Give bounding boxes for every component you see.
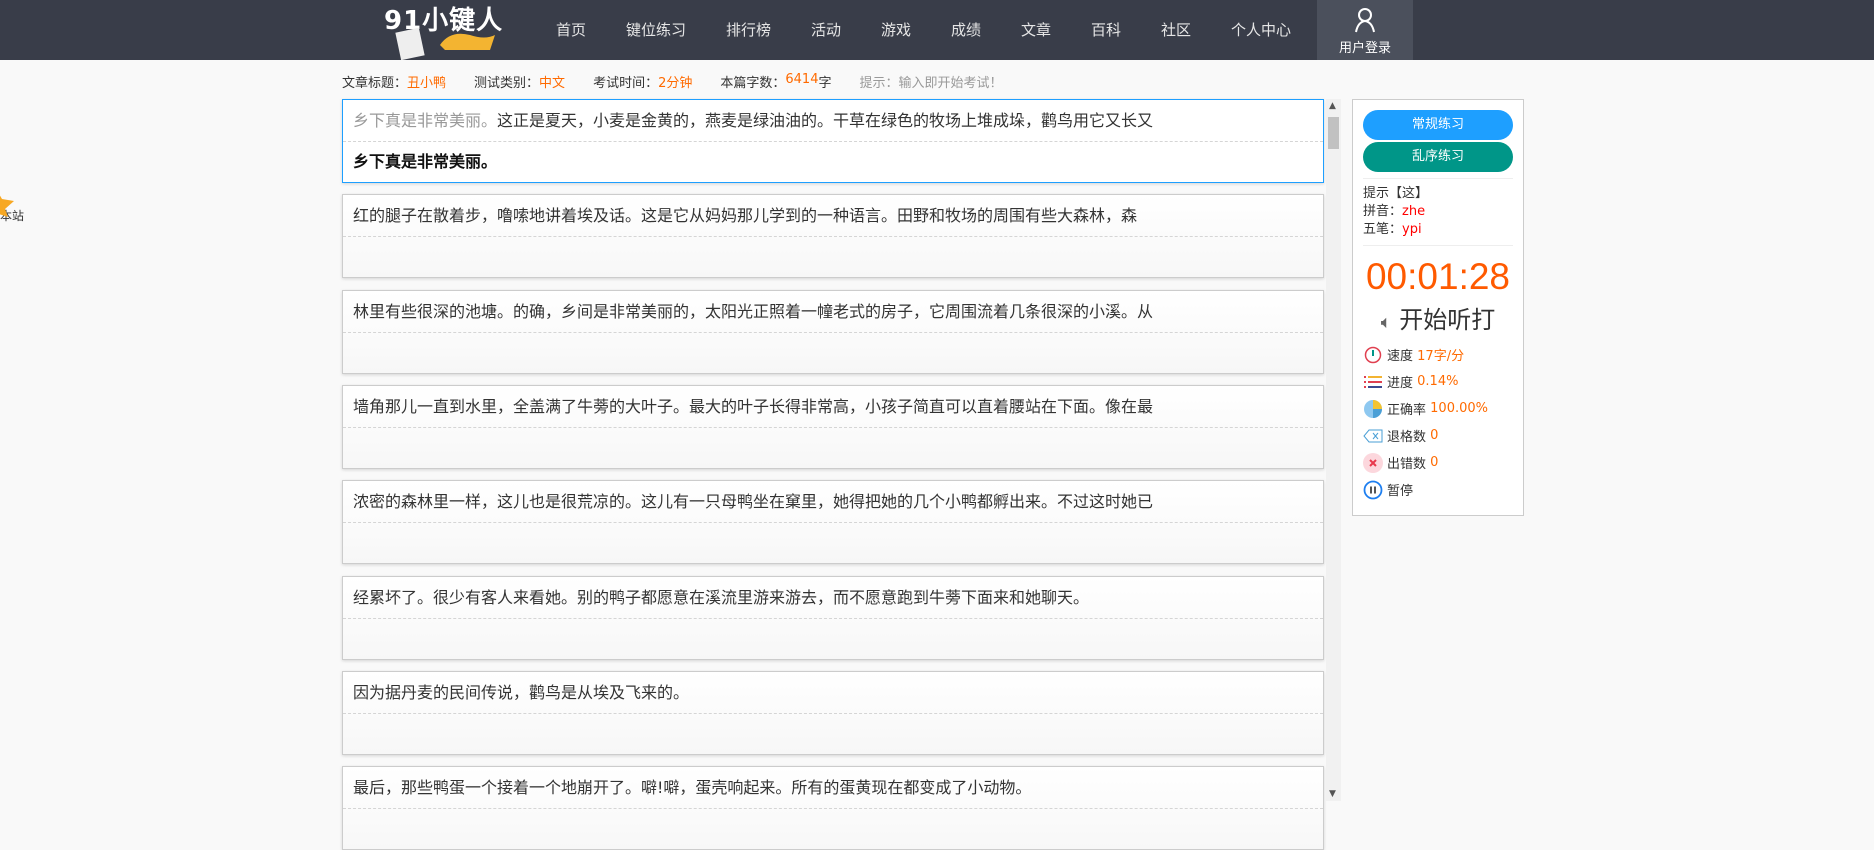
- nav-ranking[interactable]: 排行榜: [726, 19, 771, 40]
- scrollbar[interactable]: ▲ ▼: [1326, 99, 1341, 801]
- login-button[interactable]: 用户登录: [1317, 0, 1413, 60]
- typing-input[interactable]: [343, 714, 1323, 754]
- nav-home[interactable]: 首页: [556, 19, 586, 40]
- stat-accuracy: 正确率 100.00%: [1363, 395, 1513, 422]
- pause-icon: [1363, 480, 1383, 500]
- nav-key-practice[interactable]: 键位练习: [626, 19, 686, 40]
- nav-community[interactable]: 社区: [1161, 19, 1191, 40]
- article-title: 丑小鸭: [407, 76, 447, 91]
- speaker-icon: 🔈︎: [1380, 312, 1392, 333]
- nav-activity[interactable]: 活动: [811, 19, 841, 40]
- stat-errors: 出错数 0: [1363, 449, 1513, 476]
- timer: 00:01:28: [1365, 256, 1511, 297]
- nav-games[interactable]: 游戏: [881, 19, 911, 40]
- source-text: 红的腿子在散着步，噜嗦地讲着埃及话。这是它从妈妈那儿学到的一种语言。田野和牧场的…: [343, 195, 1323, 238]
- error-x-icon: [1363, 452, 1383, 473]
- scroll-thumb[interactable]: [1328, 117, 1339, 149]
- nav-articles[interactable]: 文章: [1021, 19, 1051, 40]
- site-logo[interactable]: 91小键人: [380, 0, 520, 60]
- typing-input[interactable]: [343, 523, 1323, 563]
- pause-button[interactable]: 暂停: [1363, 476, 1513, 503]
- scroll-down-icon[interactable]: ▼: [1329, 789, 1336, 799]
- source-text: 墙角那儿一直到水里，全盖满了牛蒡的大叶子。最大的叶子长得非常高，小孩子简直可以直…: [343, 386, 1323, 428]
- typing-line[interactable]: 乡下真是非常美丽。这正是夏天，小麦是金黄的，燕麦是绿油油的。干草在绿色的牧场上堆…: [342, 99, 1324, 183]
- typing-input[interactable]: [343, 333, 1323, 373]
- stat-backspace: 退格数 0: [1363, 422, 1513, 449]
- typing-line[interactable]: 因为据丹麦的民间传说，鹳鸟是从埃及飞来的。: [342, 670, 1324, 755]
- source-text: 经累坏了。很少有客人来看她。别的鸭子都愿意在溪流里游来游去，而不愿意跑到牛蒡下面…: [343, 577, 1323, 619]
- normal-practice-button[interactable]: 常规练习: [1363, 110, 1513, 140]
- backspace-icon: [1363, 426, 1383, 446]
- side-panel: 常规练习 乱序练习 提示【这】 拼音：zhe 五笔：ypi 00:01:28 🔈…: [1352, 99, 1524, 516]
- star-icon: [0, 195, 14, 217]
- typing-line[interactable]: 红的腿子在散着步，噜嗦地讲着埃及话。这是它从妈妈那儿学到的一种语言。田野和牧场的…: [342, 194, 1324, 279]
- source-text: 浓密的森林里一样，这儿也是很荒凉的。这儿有一只母鸭坐在窠里，她得把她的几个小鸭都…: [343, 481, 1323, 524]
- typing-input[interactable]: [343, 428, 1323, 468]
- typing-input[interactable]: [343, 619, 1323, 659]
- nav-user-center[interactable]: 个人中心: [1231, 19, 1291, 40]
- source-text: 最后，那些鸭蛋一个接着一个地崩开了。噼!噼，蛋壳响起来。所有的蛋黄现在都变成了小…: [343, 767, 1323, 810]
- typing-line[interactable]: 浓密的森林里一样，这儿也是很荒凉的。这儿有一只母鸭坐在窠里，她得把她的几个小鸭都…: [342, 480, 1324, 565]
- source-text: 因为据丹麦的民间传说，鹳鸟是从埃及飞来的。: [343, 672, 1323, 714]
- nav-wiki[interactable]: 百科: [1091, 19, 1121, 40]
- random-practice-button[interactable]: 乱序练习: [1363, 142, 1513, 172]
- speedometer-icon: [1363, 345, 1383, 365]
- top-nav: 91小键人 首页 键位练习 排行榜 活动 游戏 成绩 文章 百科 社区 个人中心…: [0, 0, 1874, 60]
- typing-input[interactable]: 乡下真是非常美丽。: [343, 142, 1323, 182]
- start-dictation-button[interactable]: 🔈︎ 开始听打: [1363, 300, 1513, 335]
- exam-info: 文章标题： 丑小鸭 测试类别： 中文 考试时间： 2分钟 本篇字数： 6414 字 提示：…: [342, 72, 1003, 91]
- stat-progress: 进度 0.14%: [1363, 368, 1513, 395]
- typing-input[interactable]: [343, 237, 1323, 277]
- user-icon: [1355, 8, 1375, 33]
- stat-speed: 速度 17字/分: [1363, 341, 1513, 368]
- nav-scores[interactable]: 成绩: [951, 19, 981, 40]
- scroll-up-icon[interactable]: ▲: [1329, 101, 1336, 111]
- progress-list-icon: [1363, 372, 1383, 392]
- typing-line[interactable]: 最后，那些鸭蛋一个接着一个地崩开了。噼!噼，蛋壳响起来。所有的蛋黄现在都变成了小…: [342, 766, 1324, 850]
- side-widget[interactable]: 本站: [0, 195, 24, 224]
- source-text: 林里有些很深的池塘。的确，乡间是非常美丽的，太阳光正照着一幢老式的房子，它周围流…: [343, 291, 1323, 333]
- pie-chart-icon: [1363, 399, 1383, 419]
- typing-line[interactable]: 经累坏了。很少有客人来看她。别的鸭子都愿意在溪流里游来游去，而不愿意跑到牛蒡下面…: [342, 575, 1324, 660]
- typing-line[interactable]: 墙角那儿一直到水里，全盖满了牛蒡的大叶子。最大的叶子长得非常高，小孩子简直可以直…: [342, 384, 1324, 469]
- typing-line[interactable]: 林里有些很深的池塘。的确，乡间是非常美丽的，太阳光正照着一幢老式的房子，它周围流…: [342, 289, 1324, 374]
- typing-input[interactable]: [343, 809, 1323, 849]
